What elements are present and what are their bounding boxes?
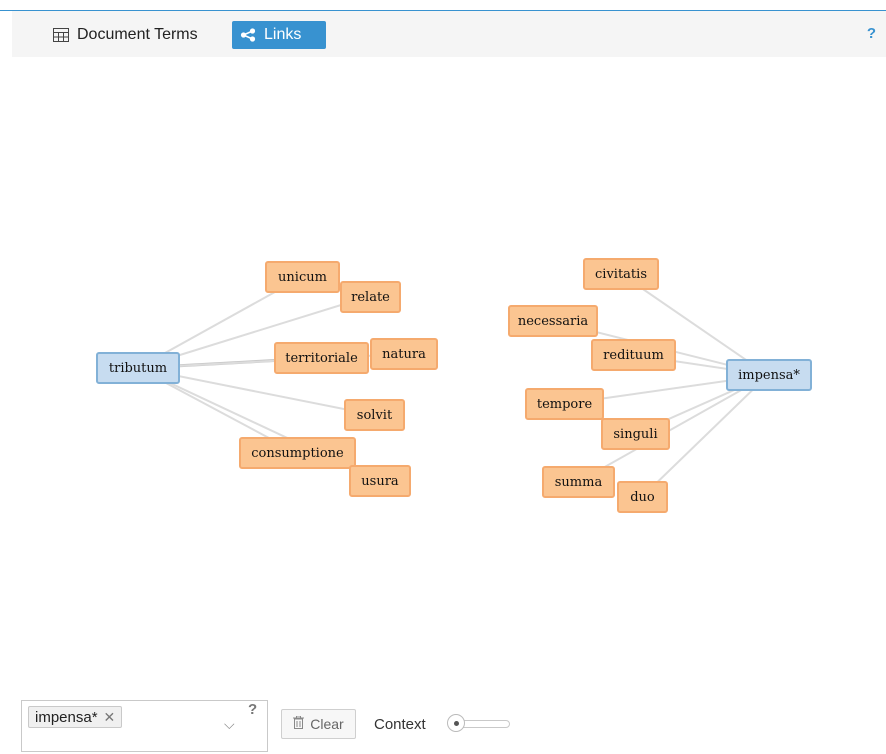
- share-icon: [240, 28, 256, 42]
- keyword-tag: impensa* ✕: [28, 706, 123, 728]
- term-node-territoriale[interactable]: territoriale: [274, 342, 369, 374]
- top-accent-line: [0, 0, 886, 11]
- term-node-consumptione[interactable]: consumptione: [239, 437, 356, 469]
- tab-document-terms-label: Document Terms: [77, 26, 198, 43]
- context-slider-thumb[interactable]: [447, 714, 465, 732]
- term-node-tempore[interactable]: tempore: [525, 388, 604, 420]
- tab-links-label: Links: [264, 26, 302, 43]
- trash-icon: [293, 715, 305, 732]
- keyword-selector[interactable]: impensa* ✕ ⌵: [21, 700, 268, 752]
- term-node-relate[interactable]: relate: [340, 281, 401, 313]
- help-icon[interactable]: ?: [867, 25, 876, 42]
- toolbar: Document Terms Links ?: [12, 11, 886, 57]
- tab-document-terms[interactable]: Document Terms: [47, 21, 204, 49]
- chevron-down-icon[interactable]: ⌵: [224, 716, 235, 733]
- term-node-usura[interactable]: usura: [349, 465, 411, 497]
- table-icon: [53, 28, 69, 42]
- tab-links[interactable]: Links: [232, 21, 326, 49]
- clear-button[interactable]: Clear: [281, 709, 356, 739]
- links-graph[interactable]: tributum impensa* unicum relate territor…: [0, 57, 886, 687]
- keyword-node-tributum[interactable]: tributum: [96, 352, 180, 384]
- term-node-duo[interactable]: duo: [617, 481, 668, 513]
- term-node-natura[interactable]: natura: [370, 338, 438, 370]
- term-node-solvit[interactable]: solvit: [344, 399, 405, 431]
- term-node-redituum[interactable]: redituum: [591, 339, 676, 371]
- term-node-unicum[interactable]: unicum: [265, 261, 340, 293]
- remove-keyword-icon[interactable]: ✕: [104, 709, 116, 726]
- term-node-summa[interactable]: summa: [542, 466, 615, 498]
- context-label: Context: [374, 716, 426, 733]
- clear-button-label: Clear: [310, 716, 344, 732]
- keyword-help-icon[interactable]: ?: [248, 701, 257, 718]
- controls-bar: impensa* ✕ ⌵ ? Clear Context: [0, 696, 886, 754]
- term-node-singuli[interactable]: singuli: [601, 418, 670, 450]
- keyword-node-impensa[interactable]: impensa*: [726, 359, 812, 391]
- term-node-necessaria[interactable]: necessaria: [508, 305, 598, 337]
- context-slider[interactable]: [446, 713, 510, 733]
- keyword-tag-label: impensa*: [35, 708, 98, 726]
- term-node-civitatis[interactable]: civitatis: [583, 258, 659, 290]
